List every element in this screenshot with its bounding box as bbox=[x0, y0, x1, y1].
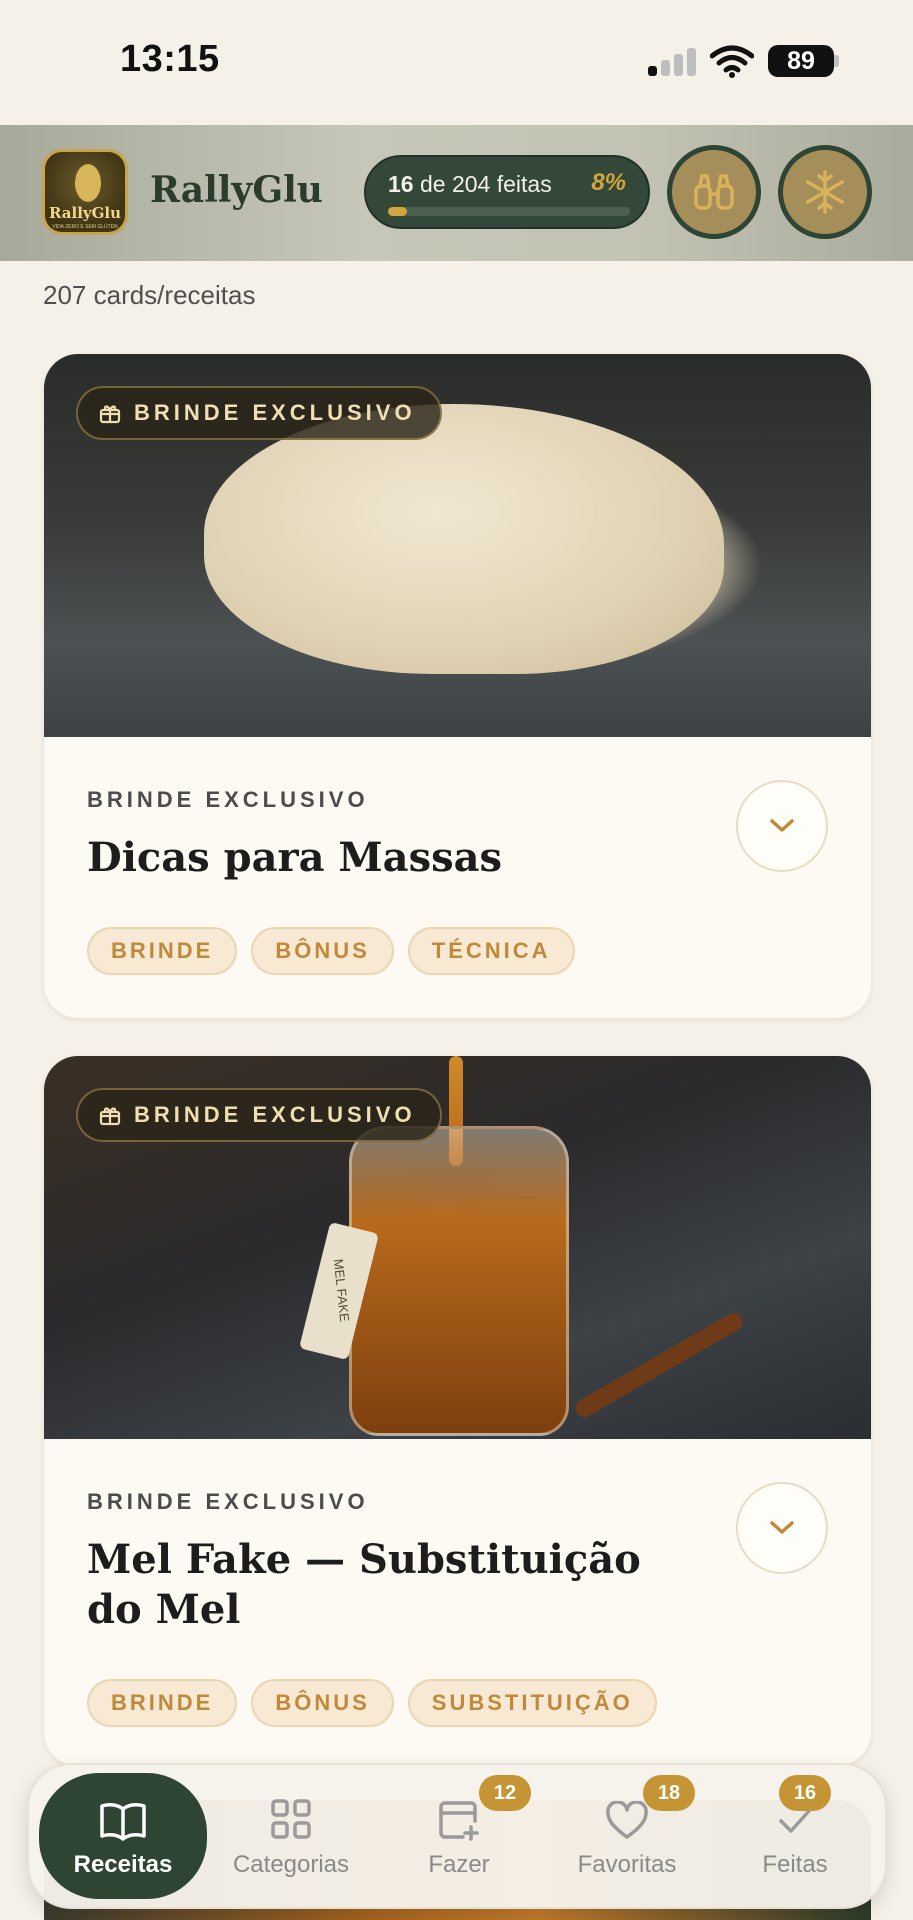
tab-label: Fazer bbox=[428, 1851, 490, 1878]
wheat-icon bbox=[75, 164, 101, 202]
tab-count-badge: 16 bbox=[779, 1775, 831, 1811]
grid-icon bbox=[271, 1799, 311, 1839]
status-time: 13:15 bbox=[120, 38, 220, 80]
binoculars-button[interactable] bbox=[667, 145, 761, 239]
progress-percent: 8% bbox=[591, 169, 626, 196]
tag-chip[interactable]: BÔNUS bbox=[251, 927, 394, 975]
badge-label: BRINDE EXCLUSIVO bbox=[134, 400, 416, 425]
status-bar: 13:15 89 bbox=[0, 0, 913, 125]
recipe-count: 207 cards/receitas bbox=[43, 280, 256, 310]
progress-bar-fill bbox=[388, 207, 408, 216]
tab-count-badge: 12 bbox=[479, 1775, 531, 1811]
heart-icon bbox=[606, 1801, 648, 1839]
card-title: Mel Fake — Substituição do Mel bbox=[87, 1536, 641, 1633]
tag-chip[interactable]: SUBSTITUIÇÃO bbox=[407, 1679, 657, 1727]
snowflake-button[interactable] bbox=[778, 145, 872, 239]
tag-chip[interactable]: BRINDE bbox=[87, 927, 238, 975]
recipe-card[interactable]: MEL FAKE BRINDE EXCLUSIVO BRINDE EXCLUSI… bbox=[44, 1056, 871, 1766]
book-icon bbox=[100, 1803, 146, 1841]
logo-subtext: VIDA ZERO E SEM GLÚTEN bbox=[52, 224, 118, 230]
jar-label-text: MEL FAKE bbox=[330, 1258, 353, 1323]
card-eyebrow: BRINDE EXCLUSIVO bbox=[87, 787, 369, 812]
cinnamon-stick bbox=[572, 1309, 746, 1421]
tab-favoritas[interactable]: 18 Favoritas bbox=[543, 1773, 711, 1899]
app-header: RallyGlu VIDA ZERO E SEM GLÚTEN RallyGlu… bbox=[0, 125, 913, 261]
progress-done-count: 16 bbox=[388, 171, 414, 197]
bottom-tab-bar: Receitas Categorias 12 Fazer 18 Favorita… bbox=[27, 1763, 887, 1909]
recipe-image: MEL FAKE BRINDE EXCLUSIVO bbox=[44, 1056, 871, 1439]
tab-count-badge: 18 bbox=[643, 1775, 695, 1811]
progress-bar bbox=[388, 207, 630, 216]
binoculars-icon bbox=[694, 174, 734, 210]
expand-button[interactable] bbox=[736, 1482, 828, 1574]
tab-label: Feitas bbox=[762, 1851, 828, 1878]
progress-pill[interactable]: 16 de 204 feitas 8% bbox=[364, 155, 650, 229]
badge-label: BRINDE EXCLUSIVO bbox=[134, 1102, 416, 1127]
brand-name: RallyGlu bbox=[150, 169, 323, 211]
chevron-down-icon bbox=[770, 1521, 794, 1534]
tab-receitas[interactable]: Receitas bbox=[39, 1773, 207, 1899]
recipe-image: BRINDE EXCLUSIVO bbox=[44, 354, 871, 737]
progress-total-label: de 204 feitas bbox=[413, 171, 552, 197]
tag-chip[interactable]: TÉCNICA bbox=[407, 927, 575, 975]
tab-label: Favoritas bbox=[577, 1851, 677, 1878]
chevron-down-icon bbox=[770, 819, 794, 832]
app-screen: 13:15 89 RallyGlu VIDA ZERO E SEM GLÚTEN… bbox=[0, 0, 913, 1920]
tag-list: BRINDE BÔNUS TÉCNICA bbox=[87, 927, 575, 975]
battery-cap bbox=[834, 55, 839, 67]
progress-text: 16 de 204 feitas bbox=[388, 171, 552, 198]
exclusive-badge: BRINDE EXCLUSIVO bbox=[76, 1088, 442, 1142]
calendar-plus-icon bbox=[439, 1801, 479, 1841]
expand-button[interactable] bbox=[736, 780, 828, 872]
tab-fazer[interactable]: 12 Fazer bbox=[375, 1773, 543, 1899]
cellular-signal-icon bbox=[648, 46, 698, 76]
tag-chip[interactable]: BÔNUS bbox=[251, 1679, 394, 1727]
tab-label: Receitas bbox=[73, 1851, 173, 1878]
logo-text: RallyGlu bbox=[48, 204, 122, 222]
battery-indicator: 89 bbox=[768, 45, 834, 77]
tab-categorias[interactable]: Categorias bbox=[207, 1773, 375, 1899]
tag-list: BRINDE BÔNUS SUBSTITUIÇÃO bbox=[87, 1679, 657, 1727]
snowflake-icon bbox=[805, 170, 845, 214]
recipe-card[interactable]: BRINDE EXCLUSIVO BRINDE EXCLUSIVO Dicas … bbox=[44, 354, 871, 1018]
app-logo[interactable]: RallyGlu VIDA ZERO E SEM GLÚTEN bbox=[42, 149, 128, 235]
card-title: Dicas para Massas bbox=[87, 834, 503, 881]
gift-icon bbox=[99, 1107, 121, 1126]
card-eyebrow: BRINDE EXCLUSIVO bbox=[87, 1489, 369, 1514]
tab-feitas[interactable]: 16 Feitas bbox=[711, 1773, 879, 1899]
honey-jar-illustration bbox=[349, 1126, 569, 1436]
dough-illustration bbox=[204, 404, 724, 674]
gift-icon bbox=[99, 405, 121, 424]
exclusive-badge: BRINDE EXCLUSIVO bbox=[76, 386, 442, 440]
wifi-icon bbox=[710, 45, 754, 78]
tab-label: Categorias bbox=[232, 1851, 350, 1878]
tag-chip[interactable]: BRINDE bbox=[87, 1679, 238, 1727]
